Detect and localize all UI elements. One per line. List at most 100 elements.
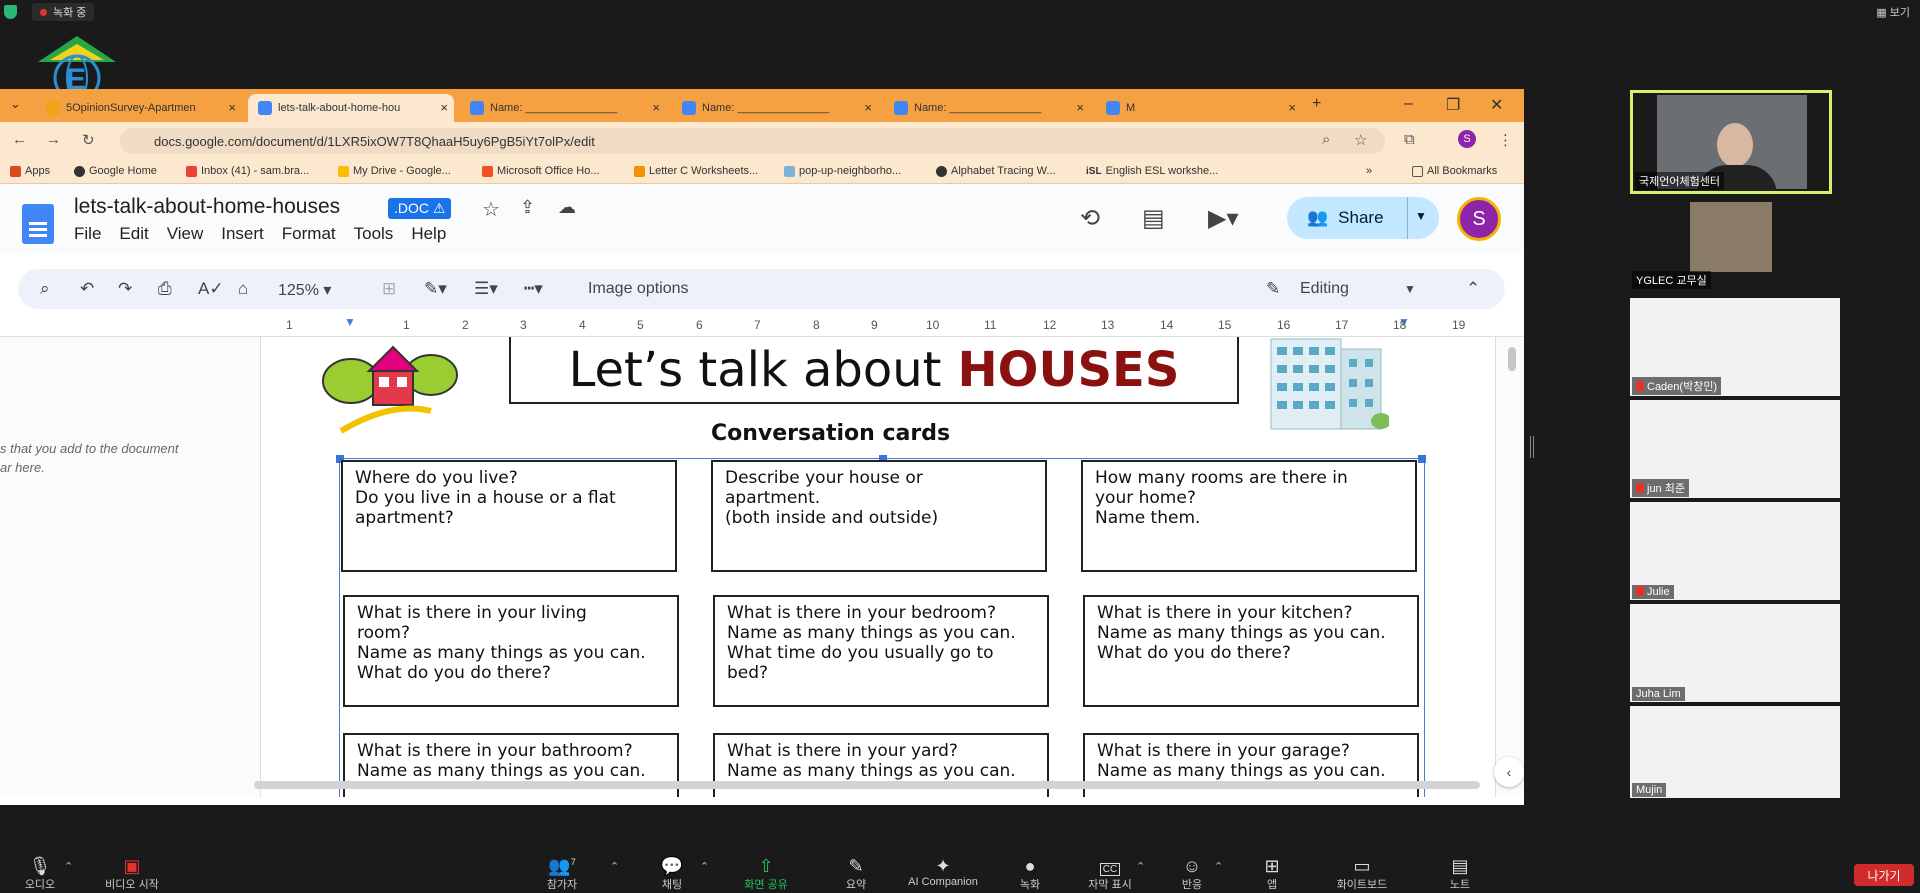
conversation-card[interactable]: What is there in your living room? Name … <box>343 595 679 707</box>
browser-tab-4[interactable]: Name: _______________ × <box>672 94 878 122</box>
back-icon[interactable]: ← <box>12 131 27 148</box>
resize-handle[interactable] <box>1418 455 1426 463</box>
spellcheck-icon[interactable]: A✓ <box>198 279 224 299</box>
conversation-card[interactable]: Describe your house or apartment. (both … <box>711 460 1047 572</box>
border-color-icon[interactable]: ✎▾ <box>424 279 447 299</box>
browser-tab-1[interactable]: 5OpinionSurvey-Apartmen × <box>36 94 242 122</box>
chevron-down-icon[interactable]: ▼ <box>1415 209 1427 223</box>
leave-button[interactable]: 나가기 <box>1854 864 1914 886</box>
menu-file[interactable]: File <box>74 224 101 244</box>
close-icon[interactable]: × <box>1288 100 1296 115</box>
paint-format-icon[interactable]: ⌂ <box>238 279 248 299</box>
docs-logo-icon[interactable] <box>22 204 54 244</box>
participant-tile[interactable]: 국제언어체험센터 <box>1630 90 1832 194</box>
document-canvas[interactable]: s that you add to the document ar here. … <box>0 337 1524 797</box>
share-button[interactable]: 👥 Share ▼ <box>1287 197 1439 239</box>
shield-icon[interactable] <box>4 5 17 19</box>
url-field[interactable]: docs.google.com/document/d/1LXR5ixOW7T8Q… <box>120 128 1385 154</box>
bookmark-office[interactable]: Microsoft Office Ho... <box>482 165 600 177</box>
zoom-lens-icon[interactable]: ⌕ <box>1322 131 1330 148</box>
star-icon[interactable]: ☆ <box>482 197 500 222</box>
close-icon[interactable]: × <box>440 100 448 115</box>
participant-tile[interactable]: Caden(박창민) <box>1630 298 1840 396</box>
move-folder-icon[interactable]: ⇪ <box>520 197 535 218</box>
share-screen-button[interactable]: ⇧ 화면 공유 <box>726 856 806 892</box>
star-icon[interactable]: ☆ <box>1354 131 1367 149</box>
panel-resize-handle[interactable] <box>1530 436 1534 458</box>
menu-edit[interactable]: Edit <box>119 224 148 244</box>
title-banner[interactable]: Let’s talk about HOUSES <box>509 337 1239 404</box>
bookmark-apps[interactable]: Apps <box>10 165 50 177</box>
bookmarks-overflow-icon[interactable]: » <box>1366 165 1372 177</box>
document-page[interactable]: Let’s talk about HOUSES Conversation car… <box>260 337 1496 797</box>
new-tab-icon[interactable]: + <box>1312 95 1321 113</box>
zoom-select[interactable]: 125% ▾ <box>278 280 331 300</box>
chevron-up-icon[interactable]: ⌃ <box>1466 279 1480 299</box>
doc-format-badge[interactable]: .DOC ⚠ <box>388 198 452 219</box>
participant-tile[interactable]: Juha Lim <box>1630 604 1840 702</box>
house-clipart[interactable] <box>321 341 461 441</box>
bookmark-inbox[interactable]: Inbox (41) - sam.bra... <box>186 165 309 177</box>
tab-search-icon[interactable]: ⌄ <box>10 96 21 112</box>
conversation-card[interactable]: What is there in your kitchen? Name as m… <box>1083 595 1419 707</box>
menu-help[interactable]: Help <box>411 224 446 244</box>
close-icon[interactable]: × <box>864 100 872 115</box>
undo-icon[interactable]: ↶ <box>80 279 94 299</box>
chevron-left-icon[interactable]: ‹ <box>1494 757 1524 787</box>
browser-tab-5[interactable]: Name: _______________ × <box>884 94 1090 122</box>
close-window-icon[interactable]: ✕ <box>1490 95 1503 115</box>
extensions-icon[interactable]: ⧉ <box>1404 131 1415 148</box>
conversation-card[interactable]: Where do you live? Do you live in a hous… <box>341 460 677 572</box>
participant-tile[interactable]: Mujin <box>1630 706 1840 798</box>
subtitle[interactable]: Conversation cards <box>711 421 950 446</box>
participant-tile[interactable]: Julie <box>1630 502 1840 600</box>
conversation-card[interactable]: What is there in your bedroom? Name as m… <box>713 595 1049 707</box>
vertical-scrollbar[interactable] <box>1508 347 1516 371</box>
cloud-status-icon[interactable]: ☁ <box>558 197 576 218</box>
audio-options-chevron-icon[interactable]: ⌃ <box>64 860 73 873</box>
close-icon[interactable]: × <box>652 100 660 115</box>
comments-icon[interactable]: ▤ <box>1142 204 1165 233</box>
participants-button[interactable]: 👥7 참가자 <box>522 856 602 892</box>
menu-insert[interactable]: Insert <box>221 224 264 244</box>
view-button[interactable]: ▦ 보기 <box>1876 4 1910 20</box>
horizontal-scrollbar[interactable] <box>254 781 1480 789</box>
add-comment-icon[interactable]: ⊞ <box>382 279 396 299</box>
ruler[interactable]: 1 ▼ 1 2 3 4 5 6 7 8 9 10 11 12 13 14 15 … <box>0 315 1524 337</box>
bookmark-popup[interactable]: pop-up-neighborho... <box>784 165 901 177</box>
bookmark-drive[interactable]: My Drive - Google... <box>338 165 451 177</box>
apps-button[interactable]: ⊞ 앱 <box>1232 856 1312 892</box>
all-bookmarks[interactable]: All Bookmarks <box>1412 165 1497 177</box>
browser-menu-icon[interactable]: ⋮ <box>1498 131 1513 149</box>
recording-indicator[interactable]: 녹화 중 <box>32 3 95 21</box>
print-icon[interactable]: ⎙ <box>158 279 172 299</box>
document-title[interactable]: lets-talk-about-home-houses <box>74 195 340 219</box>
notes-button[interactable]: ▤ 노트 <box>1420 856 1500 892</box>
participant-tile[interactable]: jun 최준 <box>1630 400 1840 498</box>
apartment-building-clipart[interactable] <box>1261 337 1389 432</box>
search-icon[interactable]: ⌕ <box>40 279 50 299</box>
profile-avatar[interactable]: S <box>1458 130 1476 148</box>
record-button[interactable]: ● 녹화 <box>990 856 1070 892</box>
reload-icon[interactable]: ↻ <box>82 131 95 149</box>
account-avatar[interactable]: S <box>1457 197 1501 241</box>
chat-options-chevron-icon[interactable]: ⌃ <box>700 860 709 873</box>
participant-tile[interactable]: YGLEC 교무실 <box>1630 200 1840 290</box>
meet-icon[interactable]: ▶▾ <box>1208 204 1239 233</box>
conversation-card[interactable]: How many rooms are there in your home? N… <box>1081 460 1417 572</box>
bookmark-alphabet[interactable]: Alphabet Tracing W... <box>936 165 1056 177</box>
reactions-options-chevron-icon[interactable]: ⌃ <box>1214 860 1223 873</box>
close-icon[interactable]: × <box>1076 100 1084 115</box>
editing-mode-select[interactable]: Editing <box>1300 280 1349 298</box>
menu-view[interactable]: View <box>167 224 204 244</box>
browser-tab-2[interactable]: lets-talk-about-home-hou × <box>248 94 454 122</box>
bookmark-esl[interactable]: iSL English ESL workshe... <box>1086 165 1218 177</box>
chevron-down-icon[interactable]: ▼ <box>1404 282 1416 296</box>
participants-options-chevron-icon[interactable]: ⌃ <box>610 860 619 873</box>
minimize-icon[interactable]: – <box>1404 95 1413 113</box>
bookmark-google-home[interactable]: Google Home <box>74 165 157 177</box>
browser-tab-6[interactable]: M × <box>1096 94 1302 122</box>
menu-tools[interactable]: Tools <box>354 224 394 244</box>
close-icon[interactable]: × <box>228 100 236 115</box>
captions-options-chevron-icon[interactable]: ⌃ <box>1136 860 1145 873</box>
